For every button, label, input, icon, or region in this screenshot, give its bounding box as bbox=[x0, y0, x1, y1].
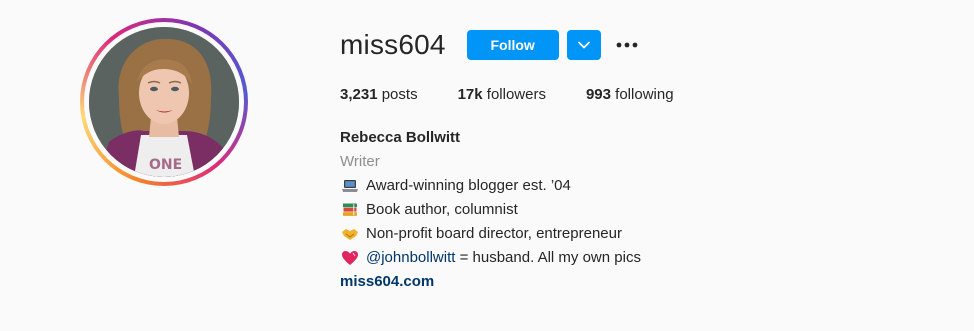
handshake-icon bbox=[340, 224, 360, 244]
bio-line: Non-profit board director, entrepreneur bbox=[340, 222, 641, 246]
following-stat[interactable]: 993 following bbox=[586, 86, 674, 104]
books-icon bbox=[340, 200, 360, 220]
bio-text: Award-winning blogger est. ’04 bbox=[366, 177, 571, 194]
bio-line: Book author, columnist bbox=[340, 198, 641, 222]
following-count: 993 bbox=[585, 86, 611, 103]
husband-mention-link[interactable]: @johnbollwitt bbox=[366, 246, 455, 270]
profile-bio: Rebecca Bollwitt Writer Award-winning bl… bbox=[340, 126, 641, 294]
svg-text:ONE: ONE bbox=[149, 157, 182, 173]
profile-stats: 3,231 posts 17k followers 993 following bbox=[340, 86, 714, 104]
bio-text: Book author, columnist bbox=[366, 201, 518, 218]
heart-icon bbox=[340, 248, 360, 268]
story-ring[interactable]: ONE bbox=[80, 18, 248, 186]
bio-text: = husband. All my own pics bbox=[455, 249, 641, 266]
suggested-dropdown-button[interactable] bbox=[566, 30, 601, 60]
username: miss604 bbox=[340, 29, 446, 60]
more-options-button[interactable] bbox=[613, 30, 641, 60]
posts-count: 3,231 bbox=[340, 86, 378, 103]
laptop-icon bbox=[340, 176, 360, 196]
profile-title-row: miss604 Follow bbox=[340, 30, 641, 60]
followers-stat[interactable]: 17k followers bbox=[458, 86, 546, 104]
posts-label: posts bbox=[381, 86, 418, 103]
website-link[interactable]: miss604.com bbox=[340, 270, 641, 294]
follow-button[interactable]: Follow bbox=[466, 30, 559, 60]
bio-line: Award-winning blogger est. ’04 bbox=[340, 174, 641, 198]
bio-line: @johnbollwitt = husband. All my own pics bbox=[340, 246, 641, 270]
avatar[interactable]: ONE bbox=[89, 27, 239, 177]
more-dots-icon bbox=[616, 42, 638, 48]
avatar-photo: ONE bbox=[89, 27, 239, 177]
followers-count: 17k bbox=[457, 86, 483, 103]
chevron-down-icon bbox=[577, 41, 590, 49]
category-label: Writer bbox=[340, 153, 380, 170]
followers-label: followers bbox=[486, 86, 546, 103]
posts-stat: 3,231 posts bbox=[340, 86, 418, 104]
following-label: following bbox=[615, 86, 674, 103]
bio-text: Non-profit board director, entrepreneur bbox=[366, 225, 622, 242]
profile-header: ONE miss604 Follow 3,231 posts 17k follo… bbox=[0, 0, 974, 331]
full-name: Rebecca Bollwitt bbox=[340, 129, 461, 146]
